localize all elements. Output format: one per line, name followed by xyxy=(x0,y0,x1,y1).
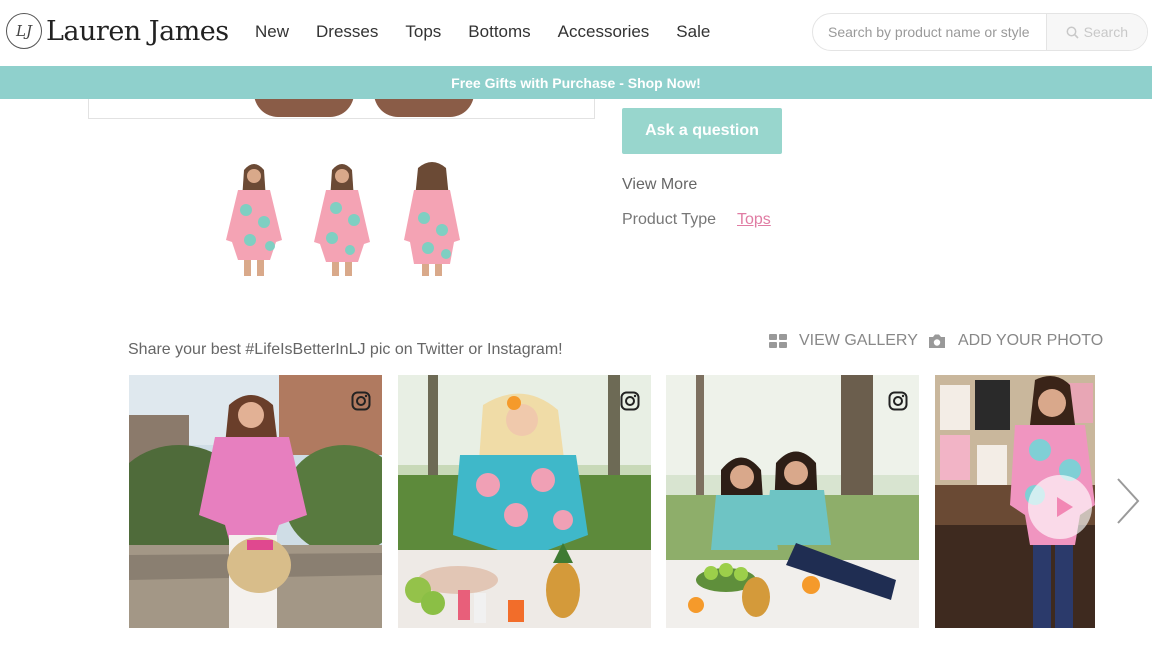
nav-item-dresses[interactable]: Dresses xyxy=(316,22,378,42)
promo-banner[interactable]: Free Gifts with Purchase - Shop Now! xyxy=(0,66,1152,99)
product-type-link[interactable]: Tops xyxy=(737,211,771,229)
nav-item-bottoms[interactable]: Bottoms xyxy=(468,22,530,42)
main-product-image[interactable] xyxy=(88,99,595,119)
share-prompt: Share your best #LifeIsBetterInLJ pic on… xyxy=(128,341,563,358)
view-gallery-label: VIEW GALLERY xyxy=(799,332,918,349)
image-legs-right xyxy=(374,99,474,117)
grid-icon xyxy=(769,334,787,348)
gallery-photo-4[interactable] xyxy=(935,375,1095,628)
search-button-label: Search xyxy=(1083,24,1128,40)
product-type-label: Product Type xyxy=(622,211,716,228)
gallery-photo-1[interactable] xyxy=(129,375,382,628)
site-header: LJ Lauren James New Dresses Tops Bottoms… xyxy=(0,0,1152,66)
add-photo-button[interactable]: ADD YOUR PHOTO xyxy=(928,331,1103,351)
instagram-icon xyxy=(351,391,371,411)
gallery-photo-3[interactable] xyxy=(666,375,919,628)
instagram-icon xyxy=(620,391,640,411)
product-thumbnail-1[interactable] xyxy=(224,160,284,278)
product-thumbnail-2[interactable] xyxy=(312,160,372,278)
gallery-photo-2[interactable] xyxy=(398,375,651,628)
nav-item-tops[interactable]: Tops xyxy=(405,22,441,42)
nav-item-accessories[interactable]: Accessories xyxy=(558,22,650,42)
instagram-icon xyxy=(888,391,908,411)
logo-mark: LJ xyxy=(6,13,42,49)
nav-item-new[interactable]: New xyxy=(255,22,289,42)
ask-question-button[interactable]: Ask a question xyxy=(622,108,782,154)
brand-name: Lauren James xyxy=(46,15,229,47)
view-gallery-button[interactable]: VIEW GALLERY xyxy=(769,331,918,351)
search-box: Search xyxy=(812,13,1148,51)
view-more-link[interactable]: View More xyxy=(622,176,697,194)
camera-icon xyxy=(929,334,945,348)
nav-item-sale[interactable]: Sale xyxy=(676,22,710,42)
search-icon xyxy=(1066,26,1079,39)
search-input[interactable] xyxy=(813,14,1046,50)
play-icon xyxy=(1057,497,1073,517)
main-nav: New Dresses Tops Bottoms Accessories Sal… xyxy=(255,22,737,42)
chevron-right-icon[interactable] xyxy=(1114,477,1142,525)
brand-logo[interactable]: LJ Lauren James xyxy=(6,12,229,50)
image-legs-left xyxy=(254,99,354,117)
product-thumbnail-3[interactable] xyxy=(402,160,462,278)
add-photo-label: ADD YOUR PHOTO xyxy=(958,332,1104,349)
search-button[interactable]: Search xyxy=(1045,14,1147,50)
